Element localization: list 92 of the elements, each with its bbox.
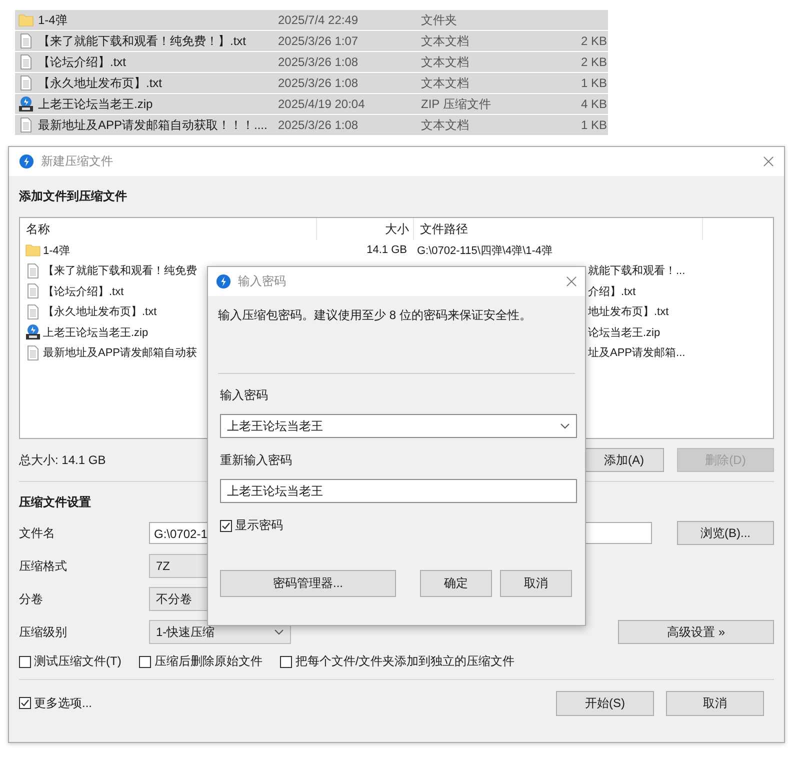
modified-date: 2025/4/19 20:04 (278, 97, 366, 111)
add-button[interactable]: 添加(A) (584, 448, 664, 472)
field-label: 分卷 (19, 590, 44, 608)
field-label: 输入密码 (220, 387, 269, 404)
file-size: 1 KB (580, 118, 607, 132)
app-logo-icon (216, 274, 231, 289)
file-name: 最新地址及APP请发邮箱自动获取！！！.... (38, 116, 268, 134)
file-path: 址及APP请发邮箱... (588, 346, 686, 360)
start-button[interactable]: 开始(S) (556, 690, 654, 716)
column-header[interactable]: 名称 (20, 218, 317, 240)
file-row[interactable]: 【永久地址发布页】.txt 2025/3/26 1:08 文本文档 1 KB (15, 73, 608, 93)
cancel-button[interactable]: 取消 (666, 690, 764, 716)
checkmark-icon (20, 698, 30, 708)
file-type: 文本文档 (421, 116, 470, 134)
cancel-button[interactable]: 取消 (500, 570, 572, 597)
file-name: 1-4弹 (43, 244, 70, 258)
total-size: 总大小: 14.1 GB (19, 452, 106, 468)
show-password-checkbox[interactable]: 显示密码 (220, 517, 575, 534)
file-name: 1-4弹 (38, 12, 68, 28)
password-manager-button[interactable]: 密码管理器... (220, 570, 396, 597)
file-name: 【来了就能下载和观看！纯免费！】.txt (38, 32, 246, 50)
file-row[interactable]: 【来了就能下载和观看！纯免费！】.txt 2025/3/26 1:07 文本文档 2 KB (15, 31, 608, 51)
folder-icon (25, 242, 41, 258)
folder-icon (18, 12, 34, 28)
close-icon[interactable] (566, 276, 577, 287)
section-heading: 添加文件到压缩文件 (19, 188, 128, 205)
modified-date: 2025/3/26 1:08 (278, 118, 360, 132)
chevron-down-icon (274, 629, 284, 635)
zip-archive-icon (25, 324, 41, 340)
file-path: 介绍】.txt (588, 284, 636, 299)
file-path: 地址发布页】.txt (588, 304, 669, 320)
password-field[interactable]: 上老王论坛当老王 (220, 414, 577, 438)
file-path: 论坛当老王.zip (588, 326, 660, 340)
column-header[interactable]: 文件路径 (414, 218, 703, 240)
file-type: 文本文档 (421, 74, 470, 92)
file-size: 2 KB (580, 55, 607, 69)
app-logo-icon (19, 154, 34, 169)
file-name: 上老王论坛当老王.zip (43, 326, 148, 340)
document-icon (25, 304, 41, 320)
confirm-password-field[interactable]: 上老王论坛当老王 (220, 479, 577, 503)
checkbox-option[interactable]: 测试压缩文件(T) (19, 653, 122, 670)
document-icon (25, 283, 41, 300)
file-size: 4 KB (580, 97, 607, 111)
modified-date: 2025/3/26 1:07 (278, 34, 360, 48)
document-icon (18, 75, 34, 91)
file-path: G:\0702-115\四弹\4弹\1-4弹 (416, 244, 553, 258)
file-name: 【论坛介绍】.txt (38, 54, 126, 70)
field-label: 压缩格式 (19, 558, 68, 574)
file-name: 【来了就能下载和观看！纯免费 (43, 264, 197, 278)
close-icon[interactable] (763, 156, 774, 167)
file-path: 就能下载和观看！... (588, 264, 686, 278)
file-size: 1 KB (580, 76, 607, 90)
file-size: 2 KB (580, 34, 607, 48)
modified-date: 2025/3/26 1:08 (278, 55, 360, 69)
file-name: 【永久地址发布页】.txt (43, 304, 157, 320)
document-icon (18, 117, 34, 133)
advanced-settings-button[interactable]: 高级设置 » (618, 620, 774, 644)
field-label: 文件名 (19, 524, 56, 542)
instruction-text: 输入压缩包密码。建议使用至少 8 位的密码来保证安全性。 (218, 307, 532, 324)
file-name: 最新地址及APP请发邮箱自动获 (43, 346, 198, 360)
field-label: 压缩级别 (19, 624, 68, 640)
window-title: 新建压缩文件 (41, 153, 114, 170)
browse-button[interactable]: 浏览(B)... (677, 521, 774, 545)
file-type: 文件夹 (421, 12, 458, 28)
checkbox-option[interactable]: 压缩后删除原始文件 (139, 653, 262, 670)
checkmark-icon (221, 520, 231, 530)
document-icon (25, 262, 41, 279)
modified-date: 2025/3/26 1:08 (278, 76, 360, 90)
field-label: 重新输入密码 (220, 452, 293, 469)
document-icon (18, 33, 34, 49)
column-header[interactable]: 大小 (317, 218, 414, 240)
file-type: 文本文档 (421, 32, 470, 50)
file-row[interactable]: 【论坛介绍】.txt 2025/3/26 1:08 文本文档 2 KB (15, 52, 608, 72)
zip-archive-icon (18, 96, 34, 112)
more-options-checkbox[interactable]: 更多选项... (19, 694, 92, 712)
ok-button[interactable]: 确定 (420, 570, 492, 597)
chevron-down-icon (560, 423, 570, 429)
file-type: ZIP 压缩文件 (421, 96, 492, 112)
file-name: 【论坛介绍】.txt (43, 284, 124, 299)
dialog-title: 输入密码 (238, 273, 287, 290)
file-size: 14.1 GB (366, 244, 408, 256)
file-row[interactable]: 1-4弹 2025/7/4 22:49 文件夹 (15, 10, 608, 30)
checkbox-option[interactable]: 把每个文件/文件夹添加到独立的压缩文件 (280, 653, 515, 670)
document-icon (18, 54, 34, 70)
document-icon (25, 344, 41, 361)
section-heading: 压缩文件设置 (19, 494, 92, 511)
file-name: 【永久地址发布页】.txt (38, 74, 162, 92)
file-row[interactable]: 最新地址及APP请发邮箱自动获取！！！.... 2025/3/26 1:08 文本文档 1 KB (15, 115, 608, 135)
modified-date: 2025/7/4 22:49 (278, 13, 360, 27)
file-row[interactable]: 上老王论坛当老王.zip 2025/4/19 20:04 ZIP 压缩文件 4 KB (15, 94, 608, 114)
file-name: 上老王论坛当老王.zip (38, 96, 153, 112)
file-type: 文本文档 (421, 54, 470, 70)
